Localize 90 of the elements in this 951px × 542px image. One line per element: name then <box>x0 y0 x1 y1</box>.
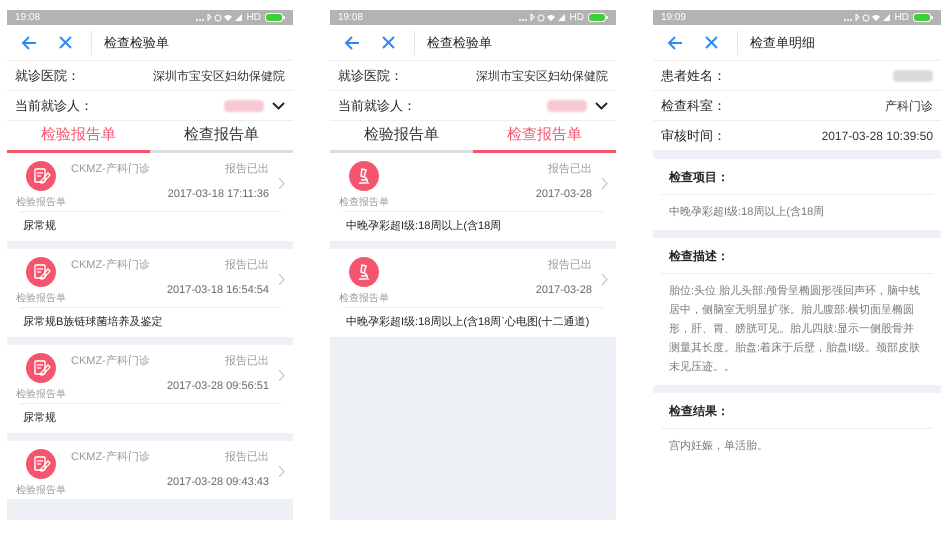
status-icons-drawing <box>842 13 891 22</box>
report-title: 尿常规B族链球菌培养及鉴定 <box>22 314 162 330</box>
info-value: 深圳市宝安区妇幼保健院 <box>476 68 608 84</box>
report-status: 报告已出 <box>225 162 269 177</box>
report-type-label: 检查报告单 <box>339 196 389 210</box>
microscope-icon <box>349 161 379 191</box>
close-icon <box>58 36 72 49</box>
chevron-right-icon <box>601 273 608 286</box>
report-time: 2017-03-18 17:11:36 <box>168 186 269 202</box>
back-arrow-icon <box>344 36 360 50</box>
back-arrow-icon <box>21 36 37 50</box>
section-heading: 检查描述： <box>669 248 729 264</box>
info-label: 检查科室： <box>661 96 726 115</box>
department-text: CKMZ-产科门诊 <box>71 450 150 465</box>
status-time: 19:08 <box>15 11 40 25</box>
info-value: 深圳市宝安区妇幼保健院 <box>153 68 285 84</box>
report-type-label: 检验报告单 <box>16 196 66 210</box>
info-label: 就诊医院： <box>15 66 80 85</box>
department-text: CKMZ-产科门诊 <box>71 354 150 369</box>
report-time: 2017-03-18 16:54:54 <box>166 282 269 298</box>
edit-document-icon <box>26 353 56 383</box>
chevron-right-icon <box>278 369 285 382</box>
battery-icon <box>265 13 285 22</box>
report-status: 报告已出 <box>548 258 592 273</box>
network-label: HD <box>570 11 584 25</box>
report-time: 2017-03-28 <box>536 186 592 202</box>
edit-document-icon <box>26 449 56 479</box>
report-type-label: 检查报告单 <box>339 292 389 306</box>
report-type-label: 检验报告单 <box>16 388 66 402</box>
blurred-name <box>224 100 264 112</box>
report-item[interactable]: 检验报告单 CKMZ-产科门诊 报告已出 2017-03-28 09:43:43 <box>7 441 293 499</box>
report-time: 2017-03-28 09:43:43 <box>166 474 269 490</box>
battery-icon <box>588 13 608 22</box>
chevron-right-icon <box>601 177 608 190</box>
chevron-right-icon <box>278 465 285 478</box>
report-type-label: 检验报告单 <box>16 292 66 306</box>
report-item[interactable]: 检查报告单 报告已出 2017-03-28 <box>330 153 616 211</box>
report-title: 中晚孕彩超I级:18周以上(含18周 <box>345 219 502 234</box>
info-value: 2017-03-28 10:39:50 <box>822 128 933 144</box>
chevron-right-icon <box>278 177 285 190</box>
report-type-label: 检验报告单 <box>16 484 66 498</box>
close-icon <box>382 36 394 49</box>
report-time: 2017-03-28 <box>536 282 592 298</box>
report-time: 2017-03-28 09:56:51 <box>166 378 269 394</box>
page-title: 检查单明细 <box>750 34 815 52</box>
report-title: 尿常规 <box>22 219 56 234</box>
section-text: 中晚孕彩超I级:18周以上(含18周 <box>668 205 826 220</box>
chevron-right-icon <box>278 273 285 286</box>
section-text: 宫内妊娠，单活胎。 <box>668 438 769 454</box>
info-label: 当前就诊人： <box>15 96 93 115</box>
chevron-down-icon <box>272 102 285 110</box>
report-title: 中晚孕彩超I级:18周以上(含18周`心电图(十二通道) <box>345 314 590 330</box>
status-icons-drawing <box>194 13 243 22</box>
report-status: 报告已出 <box>225 450 269 465</box>
battery-icon <box>913 13 933 22</box>
edit-document-icon <box>26 257 56 287</box>
info-label: 就诊医院： <box>338 66 403 85</box>
back-arrow-icon <box>667 36 683 50</box>
report-item[interactable]: 检验报告单 CKMZ-产科门诊 报告已出 2017-03-18 17:11:36 <box>7 153 293 211</box>
status-time: 19:09 <box>661 11 686 25</box>
department-text: CKMZ-产科门诊 <box>71 258 150 273</box>
patient-select[interactable] <box>224 100 285 112</box>
blurred-name <box>893 70 933 82</box>
report-status: 报告已出 <box>225 258 269 273</box>
patient-select[interactable] <box>547 100 608 112</box>
section-text: 胎位:头位 胎儿头部:颅骨呈椭圆形强回声环，脑中线居中，侧脑室无明显扩张。胎儿腹部:横切面呈椭圆形，肝、胃、膀胱可见。胎儿四肢:显示一侧股骨并测量其长度。胎盘:着床于后壁，胎盘II级。颈部皮肤未见压迹。。 <box>668 284 922 375</box>
report-status: 报告已出 <box>225 354 269 369</box>
report-item[interactable]: 检查报告单 报告已出 2017-03-28 <box>330 249 616 307</box>
microscope-icon <box>349 257 379 287</box>
chevron-down-icon <box>595 102 608 110</box>
report-status: 报告已出 <box>548 162 592 177</box>
report-item[interactable]: 检验报告单 CKMZ-产科门诊 报告已出 2017-03-28 09:56:51 <box>7 345 293 403</box>
edit-document-icon <box>26 161 56 191</box>
page-title: 检查检验单 <box>427 34 492 52</box>
report-item[interactable]: 检验报告单 CKMZ-产科门诊 报告已出 2017-03-18 16:54:54 <box>7 249 293 307</box>
report-title: 尿常规 <box>22 411 56 426</box>
section-heading: 检查结果： <box>669 402 729 420</box>
network-label: HD <box>894 11 909 25</box>
status-icons-drawing <box>518 13 566 22</box>
network-label: HD <box>246 11 261 25</box>
info-label: 审核时间： <box>661 126 726 145</box>
blurred-name <box>547 100 587 112</box>
info-label: 患者姓名： <box>661 66 726 85</box>
page-title: 检查检验单 <box>104 34 169 52</box>
section-heading: 检查项目： <box>669 168 729 186</box>
status-time: 19:08 <box>338 11 364 25</box>
info-value: 产科门诊 <box>885 98 933 114</box>
department-text: CKMZ-产科门诊 <box>71 162 150 177</box>
close-icon <box>704 36 718 49</box>
info-label: 当前就诊人： <box>338 96 416 115</box>
